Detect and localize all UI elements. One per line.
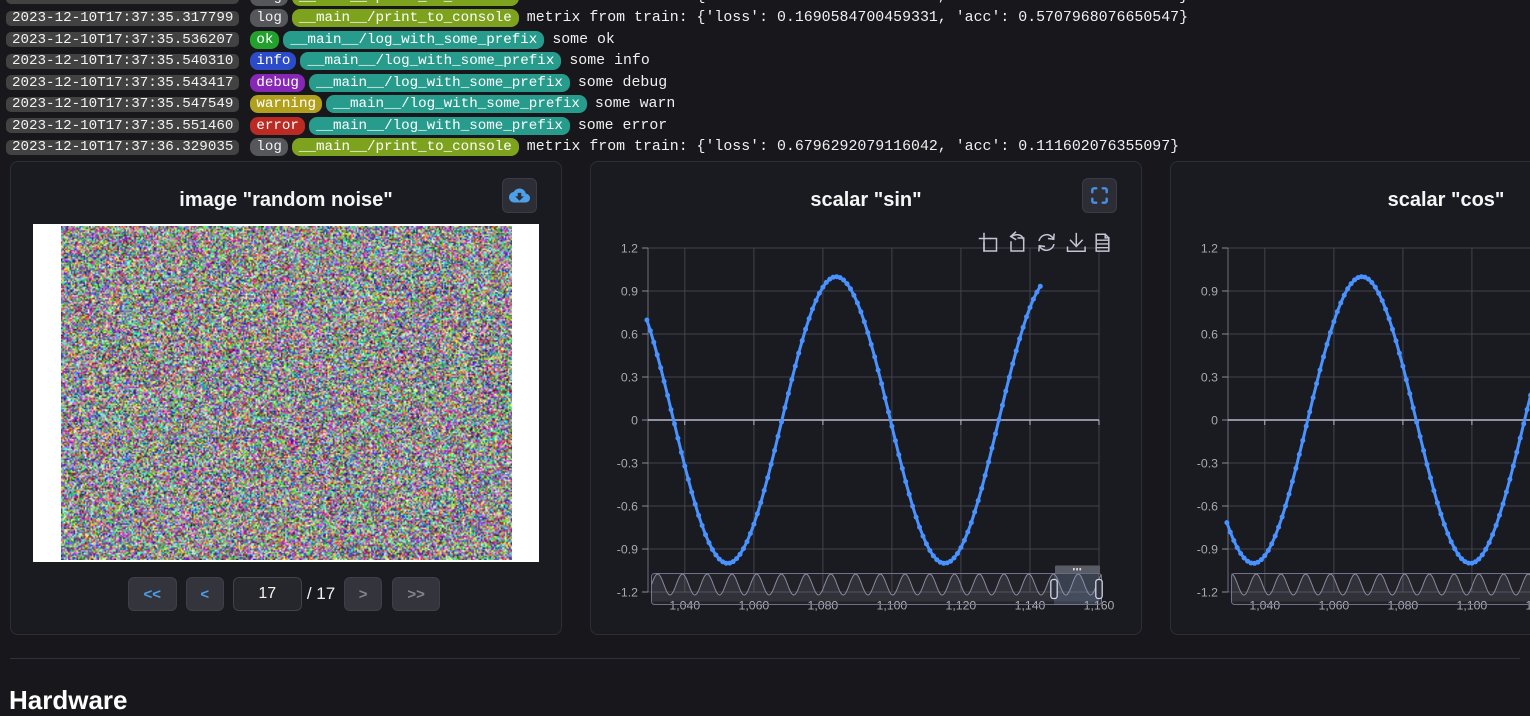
svg-text:-0.9: -0.9	[1197, 543, 1218, 557]
svg-text:0.6: 0.6	[1201, 328, 1218, 342]
svg-text:-1.2: -1.2	[617, 586, 638, 600]
svg-text:-1.2: -1.2	[1197, 586, 1218, 600]
svg-text:-0.6: -0.6	[1197, 500, 1218, 514]
svg-text:0.9: 0.9	[621, 285, 638, 299]
svg-text:-0.3: -0.3	[617, 457, 638, 471]
svg-text:0.6: 0.6	[621, 328, 638, 342]
svg-text:1.2: 1.2	[1201, 242, 1218, 256]
svg-text:-0.3: -0.3	[1197, 457, 1218, 471]
svg-text:0.9: 0.9	[1201, 285, 1218, 299]
svg-text:0: 0	[1211, 414, 1218, 428]
svg-text:0.3: 0.3	[1201, 371, 1218, 385]
svg-text:1.2: 1.2	[621, 242, 638, 256]
svg-text:0.3: 0.3	[621, 371, 638, 385]
svg-text:-0.9: -0.9	[617, 543, 638, 557]
svg-text:-0.6: -0.6	[617, 500, 638, 514]
svg-text:0: 0	[631, 414, 638, 428]
